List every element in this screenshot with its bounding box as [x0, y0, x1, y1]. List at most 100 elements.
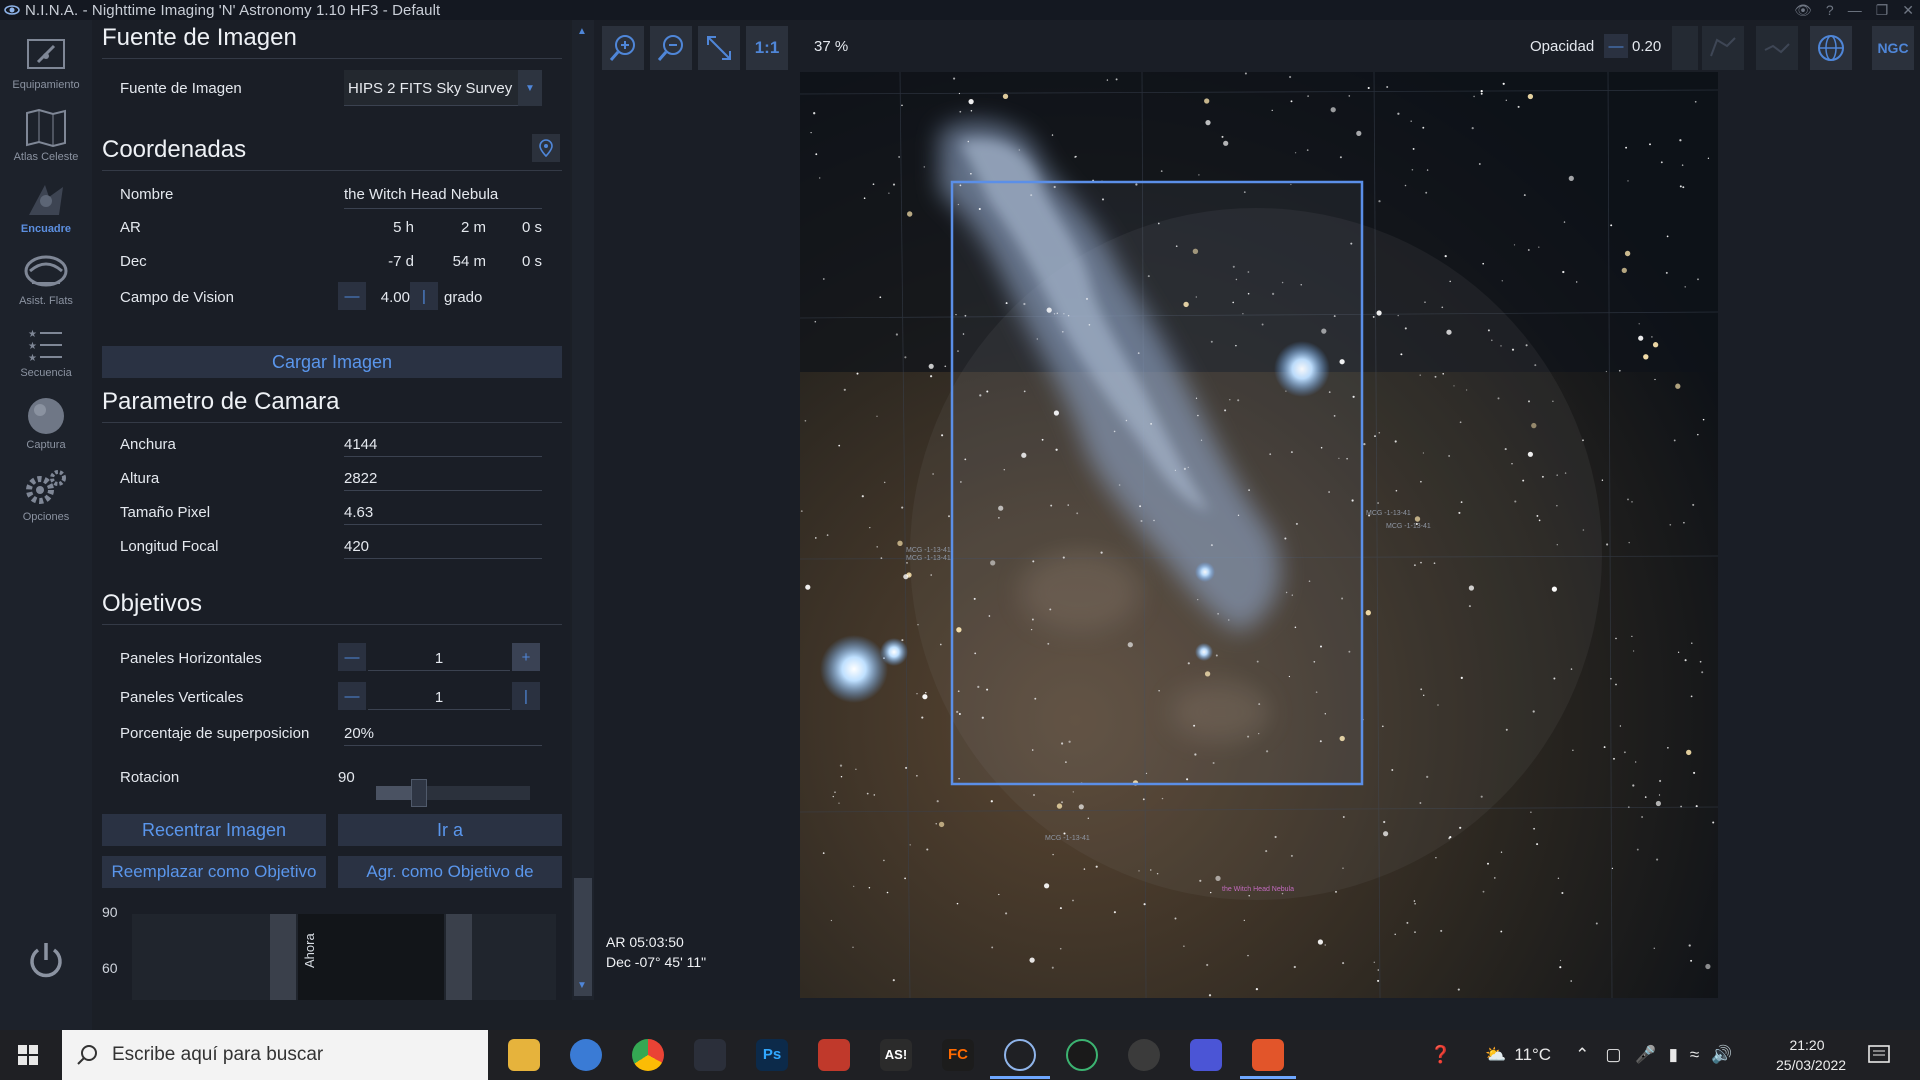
nav-item-sky-atlas[interactable]: Atlas Celeste	[0, 106, 92, 176]
star	[1619, 725, 1622, 727]
pixel-size-field[interactable]: 4.63	[344, 504, 373, 521]
davinci-resolve-icon[interactable]	[694, 1039, 726, 1071]
constellation-boundaries-button[interactable]	[1702, 26, 1744, 70]
chrome-icon[interactable]	[632, 1039, 664, 1071]
photoshop-icon[interactable]: Ps	[756, 1039, 788, 1071]
fov-decrement-button[interactable]: —	[338, 282, 366, 310]
star	[1274, 835, 1277, 839]
help-icon[interactable]: ?	[1826, 2, 1834, 18]
device-icon[interactable]: ▢	[1605, 1045, 1621, 1065]
app-icon[interactable]	[1190, 1039, 1222, 1071]
twilight-band	[446, 914, 472, 1000]
battery-icon[interactable]: ▮	[1669, 1045, 1678, 1065]
dec-readout: Dec -07° 45' 11"	[606, 954, 707, 970]
horizontal-panels-decrement-button[interactable]: —	[338, 643, 366, 671]
browser-icon[interactable]	[570, 1039, 602, 1071]
ra-minutes-field[interactable]: 2 m	[432, 219, 486, 236]
dec-degrees-field[interactable]: -7 d	[374, 253, 414, 270]
star	[1113, 911, 1116, 914]
app-icon[interactable]	[818, 1039, 850, 1071]
horizontal-panels-field[interactable]: 1	[368, 650, 510, 667]
opacity-value[interactable]: 0.20	[1632, 38, 1661, 55]
camera-width-field[interactable]: 4144	[344, 436, 377, 453]
load-image-button[interactable]: Cargar Imagen	[102, 346, 562, 378]
horizontal-panels-increment-button[interactable]: +	[512, 643, 540, 671]
sky-survey-image[interactable]: MCG -1-13-41 MCG -1-13-41 MCG -1-13-41 M…	[800, 72, 1718, 998]
maximize-button[interactable]: ❐	[1876, 2, 1889, 19]
windows-start-button[interactable]	[18, 1045, 38, 1065]
constellation-lines-button[interactable]	[1756, 26, 1798, 70]
nina-taskbar-icon[interactable]	[1004, 1039, 1036, 1071]
dec-minutes-field[interactable]: 54 m	[432, 253, 486, 270]
nav-item-sequence[interactable]: ★ ★ ★ Secuencia	[0, 322, 92, 392]
nav-label: Encuadre	[20, 223, 72, 235]
star	[1527, 93, 1534, 100]
ngc-toggle-button[interactable]: NGC	[1872, 26, 1914, 70]
star	[1095, 865, 1098, 868]
fov-field[interactable]: 4.00	[368, 289, 410, 306]
image-source-dropdown[interactable]: HIPS 2 FITS Sky Survey ▼	[344, 70, 542, 106]
ra-hours-field[interactable]: 5 h	[374, 219, 414, 236]
focal-length-field[interactable]: 420	[344, 538, 369, 555]
vertical-panels-decrement-button[interactable]: —	[338, 682, 366, 710]
scroll-down-icon[interactable]: ▼	[577, 980, 587, 991]
file-explorer-icon[interactable]	[508, 1039, 540, 1071]
eye-icon[interactable]: 👁	[1794, 2, 1812, 19]
nav-item-equipment[interactable]: Equipamiento	[0, 34, 92, 104]
star	[901, 104, 903, 107]
rotation-slider[interactable]	[376, 779, 530, 807]
add-as-target-button[interactable]: Agr. como Objetivo de	[338, 856, 562, 888]
star	[866, 792, 869, 795]
phd2-icon[interactable]	[1066, 1039, 1098, 1071]
one-to-one-button[interactable]: 1:1	[746, 26, 788, 70]
nav-item-capture[interactable]: Captura	[0, 394, 92, 464]
nav-item-options[interactable]: Opciones	[0, 466, 92, 536]
nav-item-framing[interactable]: Encuadre	[0, 178, 92, 248]
scroll-thumb[interactable]	[574, 878, 592, 996]
dec-seconds-field[interactable]: 0 s	[494, 253, 542, 270]
firecapture-icon[interactable]: FC	[942, 1039, 974, 1071]
zoom-in-button[interactable]	[602, 26, 644, 70]
temperature[interactable]: 11°C	[1514, 1045, 1551, 1065]
framing-rectangle[interactable]	[950, 180, 1364, 786]
volume-icon[interactable]: 🔊	[1711, 1045, 1732, 1065]
app-icon[interactable]	[1252, 1039, 1284, 1071]
notifications-button[interactable]	[1868, 1044, 1890, 1066]
overlap-field[interactable]: 20%	[344, 725, 374, 742]
fov-increment-button[interactable]: |	[410, 282, 438, 310]
nav-item-flats-wizard[interactable]: Asist. Flats	[0, 250, 92, 320]
replace-as-target-button[interactable]: Reemplazar como Objetivo	[102, 856, 326, 888]
taskbar-search-box[interactable]: Escribe aquí para buscar	[62, 1030, 488, 1080]
rotation-value[interactable]: 90	[338, 769, 355, 786]
rotation-slider-thumb[interactable]	[410, 779, 427, 807]
opacity-increment-button[interactable]	[1672, 26, 1698, 70]
opacity-decrement-button[interactable]: —	[1604, 34, 1628, 58]
star	[941, 434, 944, 437]
taskbar-clock[interactable]: 21:20 25/03/2022	[1776, 1035, 1846, 1075]
scroll-up-icon[interactable]: ▲	[577, 26, 587, 37]
asi-studio-icon[interactable]: AS!	[880, 1039, 912, 1071]
target-pin-button[interactable]	[532, 134, 560, 162]
help-tray-icon[interactable]: ❓	[1430, 1045, 1451, 1065]
star	[1538, 246, 1540, 248]
wifi-icon[interactable]: ≈	[1690, 1045, 1699, 1065]
microphone-icon[interactable]: 🎤	[1635, 1045, 1656, 1065]
panel-scrollbar[interactable]: ▲ ▼	[572, 20, 594, 1000]
ra-seconds-field[interactable]: 0 s	[494, 219, 542, 236]
camera-height-field[interactable]: 2822	[344, 470, 377, 487]
close-button[interactable]: ✕	[1902, 2, 1914, 19]
power-button[interactable]	[24, 938, 68, 982]
star	[1056, 803, 1063, 809]
obs-icon[interactable]	[1128, 1039, 1160, 1071]
zoom-out-button[interactable]	[650, 26, 692, 70]
target-name-field[interactable]: the Witch Head Nebula	[344, 186, 498, 203]
vertical-panels-increment-button[interactable]: |	[512, 682, 540, 710]
grid-toggle-button[interactable]	[1810, 26, 1852, 70]
recenter-image-button[interactable]: Recentrar Imagen	[102, 814, 326, 846]
star	[970, 172, 972, 175]
chevron-up-icon[interactable]: ⌃	[1575, 1045, 1589, 1065]
vertical-panels-field[interactable]: 1	[368, 689, 510, 706]
goto-button[interactable]: Ir a	[338, 814, 562, 846]
fit-to-window-button[interactable]	[698, 26, 740, 70]
minimize-button[interactable]: —	[1848, 2, 1862, 18]
